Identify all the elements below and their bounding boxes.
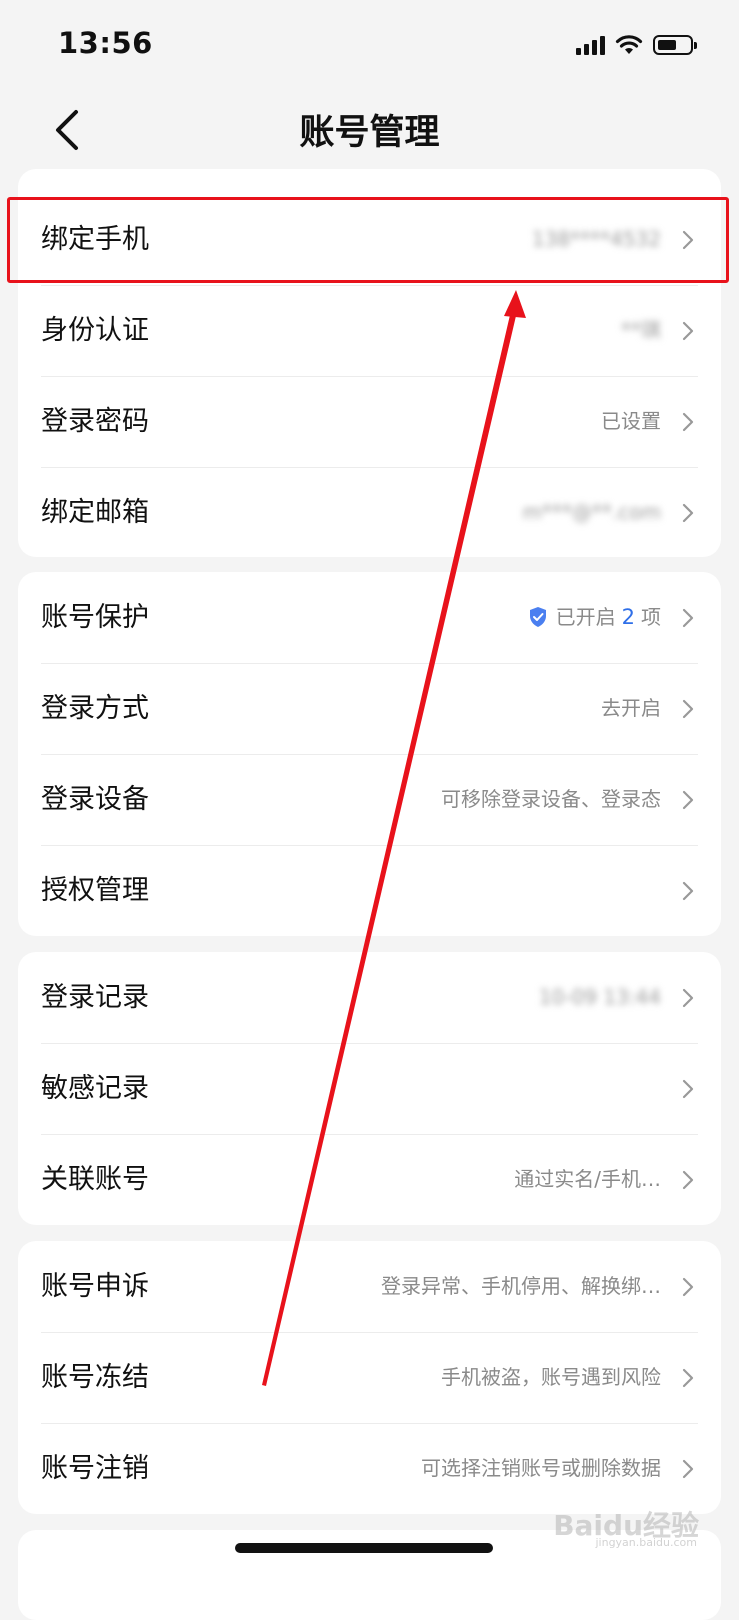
row-label: 敏感记录 [41,1073,149,1104]
wifi-icon [615,35,643,54]
chevron-right-icon [682,608,694,628]
row-label: 登录密码 [41,406,149,437]
row-label: 登录记录 [41,982,149,1013]
chevron-right-icon [682,1459,694,1479]
row-linked-accounts[interactable]: 关联账号 通过实名/手机… [18,1134,721,1225]
row-label: 账号冻结 [41,1362,149,1393]
chevron-right-icon [682,321,694,341]
chevron-right-icon [682,503,694,523]
cellular-signal-icon [576,35,605,55]
row-label: 账号注销 [41,1453,149,1484]
home-indicator[interactable] [235,1543,493,1553]
protection-unit: 项 [641,605,661,629]
row-value: 138****4532 [531,227,661,251]
row-login-records[interactable]: 登录记录 10-09 13:44 [18,952,721,1043]
chevron-right-icon [682,699,694,719]
row-login-method[interactable]: 登录方式 去开启 [18,663,721,754]
chevron-right-icon [682,988,694,1008]
row-value: 10-09 13:44 [538,985,661,1009]
records-card: 登录记录 10-09 13:44 敏感记录 关联账号 通过实名/手机… [18,952,721,1225]
status-time: 13:56 [58,26,153,60]
row-account-freeze[interactable]: 账号冻结 手机被盗，账号遇到风险 [18,1332,721,1423]
row-label: 授权管理 [41,875,149,906]
account-security-card: 账号保护 已开启 2 项 登录方式 去开启 登录设备 可移除登录设备、登录态 授权管… [18,572,721,936]
row-account-deletion[interactable]: 账号注销 可选择注销账号或删除数据 [18,1423,721,1514]
chevron-right-icon [682,1079,694,1099]
row-value: 登录异常、手机停用、解换绑… [381,1274,661,1298]
row-authorization-management[interactable]: 授权管理 [18,845,721,936]
row-label: 绑定邮箱 [41,497,149,528]
row-label: 登录方式 [41,693,149,724]
row-login-devices[interactable]: 登录设备 可移除登录设备、登录态 [18,754,721,845]
shield-check-icon [529,607,546,627]
chevron-right-icon [682,1277,694,1297]
chevron-right-icon [682,412,694,432]
row-identity-verification[interactable]: 身份认证 **琪 [18,285,721,376]
row-login-password[interactable]: 登录密码 已设置 [18,376,721,467]
account-actions-card: 账号申诉 登录异常、手机停用、解换绑… 账号冻结 手机被盗，账号遇到风险 账号注… [18,1241,721,1514]
chevron-right-icon [682,1170,694,1190]
row-label: 身份认证 [41,315,149,346]
row-value: 手机被盗，账号遇到风险 [441,1365,661,1389]
row-sensitive-records[interactable]: 敏感记录 [18,1043,721,1134]
account-binding-card: 绑定手机 138****4532 身份认证 **琪 登录密码 已设置 绑定邮箱 … [18,169,721,557]
chevron-right-icon [682,1368,694,1388]
row-value: 去开启 [601,696,661,720]
battery-icon [653,35,697,55]
protection-count: 2 [621,605,635,629]
chevron-right-icon [682,881,694,901]
row-label: 绑定手机 [41,224,149,255]
row-account-protection[interactable]: 账号保护 已开启 2 项 [18,572,721,663]
row-label: 关联账号 [41,1164,149,1195]
watermark-site: jingyan.baidu.com [595,1536,697,1549]
row-value: 通过实名/手机… [514,1167,661,1191]
row-label: 账号申诉 [41,1271,149,1302]
status-bar: 13:56 [0,0,739,90]
row-value: 已设置 [601,409,661,433]
row-account-appeal[interactable]: 账号申诉 登录异常、手机停用、解换绑… [18,1241,721,1332]
page-title: 账号管理 [299,113,440,153]
nav-bar: 账号管理 [0,90,739,170]
row-value: 已开启 2 项 [528,572,661,663]
row-bind-email[interactable]: 绑定邮箱 m***@**.com [18,467,721,557]
row-value: 可移除登录设备、登录态 [441,787,661,811]
row-value: m***@**.com [522,500,661,524]
row-bind-phone[interactable]: 绑定手机 138****4532 [18,194,721,285]
chevron-right-icon [682,790,694,810]
row-value: 可选择注销账号或删除数据 [421,1456,661,1480]
row-label: 账号保护 [41,602,149,633]
protection-status: 已开启 [555,605,616,629]
row-value: **琪 [621,318,661,342]
chevron-right-icon [682,230,694,250]
row-label: 登录设备 [41,784,149,815]
status-icons [576,33,697,57]
